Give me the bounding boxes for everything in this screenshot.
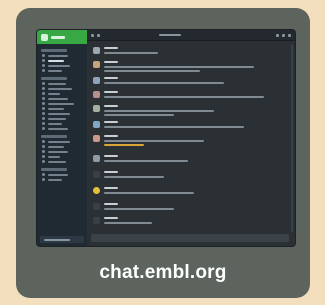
message-author (104, 135, 118, 137)
sidebar-item[interactable] (42, 122, 83, 125)
message (93, 46, 287, 60)
preview-card: chat.embl.org (16, 8, 310, 298)
message (93, 186, 287, 200)
message-author (104, 121, 118, 123)
message-text (104, 140, 204, 142)
channel-title (159, 34, 181, 36)
message (93, 134, 287, 148)
star-icon[interactable] (97, 33, 100, 37)
message-text (104, 70, 200, 72)
message (93, 76, 287, 90)
message-text (104, 82, 224, 84)
workspace-name (51, 35, 65, 39)
message-text (104, 176, 164, 178)
message-author (104, 77, 118, 79)
sidebar-item[interactable] (42, 127, 83, 130)
message-author (104, 171, 118, 173)
sidebar-section-header (41, 168, 67, 171)
message-text (104, 66, 254, 68)
avatar (93, 217, 100, 224)
sidebar-item[interactable] (42, 107, 83, 110)
avatar (93, 77, 100, 84)
scrollbar[interactable] (291, 44, 293, 232)
reaction[interactable] (104, 144, 144, 146)
sidebar-item[interactable] (42, 160, 83, 163)
message-author (104, 105, 118, 107)
sidebar-item[interactable] (42, 54, 83, 57)
members-icon[interactable] (282, 33, 285, 37)
message-author (104, 155, 118, 157)
avatar (93, 203, 100, 210)
workspace-header[interactable] (37, 30, 87, 44)
message (93, 60, 287, 74)
kebab-menu-icon[interactable] (288, 33, 291, 37)
sidebar-section-header (41, 135, 67, 138)
avatar (93, 91, 100, 98)
avatar (93, 121, 100, 128)
sidebar-item[interactable] (42, 178, 83, 181)
avatar (93, 171, 100, 178)
message-text (104, 52, 158, 54)
sidebar-item[interactable] (42, 150, 83, 153)
message-text (104, 222, 152, 224)
sidebar-footer-button[interactable] (40, 236, 84, 243)
avatar (93, 47, 100, 54)
sidebar-item[interactable] (42, 97, 83, 100)
sidebar (37, 30, 87, 246)
message-author (104, 91, 118, 93)
workspace-logo-icon (41, 33, 48, 41)
sidebar-item[interactable] (42, 64, 83, 67)
search-icon[interactable] (276, 33, 279, 37)
avatar (93, 155, 100, 162)
sidebar-item[interactable] (42, 69, 83, 72)
avatar (93, 105, 100, 112)
avatar (93, 61, 100, 68)
message-author (104, 61, 118, 63)
sidebar-item[interactable] (42, 102, 83, 105)
sidebar-item[interactable] (42, 92, 83, 95)
message-text (104, 192, 194, 194)
sidebar-item[interactable] (42, 82, 83, 85)
site-url: chat.embl.org (99, 262, 227, 283)
sidebar-item[interactable] (42, 112, 83, 115)
message-input[interactable] (91, 234, 289, 242)
message-text (104, 114, 174, 116)
message-text (104, 96, 264, 98)
menu-icon[interactable] (91, 33, 94, 37)
message (93, 120, 287, 134)
chat-app-screenshot (37, 30, 295, 246)
message-text (104, 126, 244, 128)
sidebar-item[interactable] (42, 117, 83, 120)
sidebar-item-active[interactable] (42, 59, 83, 62)
message-text (104, 160, 188, 162)
message (93, 154, 287, 168)
message (93, 216, 287, 230)
message (93, 202, 287, 216)
message (93, 90, 287, 104)
message-author (104, 217, 118, 219)
avatar (93, 187, 100, 194)
sidebar-item[interactable] (42, 140, 83, 143)
sidebar-section-header (41, 77, 67, 80)
message-author (104, 187, 118, 189)
sidebar-item[interactable] (42, 145, 83, 148)
avatar (93, 135, 100, 142)
sidebar-section-header (41, 49, 67, 52)
message-author (104, 203, 118, 205)
message-text (104, 208, 174, 210)
sidebar-item[interactable] (42, 87, 83, 90)
message (93, 170, 287, 184)
chat-main-panel (87, 30, 295, 246)
message (93, 104, 287, 118)
sidebar-item[interactable] (42, 155, 83, 158)
sidebar-item[interactable] (42, 173, 83, 176)
channel-header (87, 30, 295, 41)
message-text (104, 110, 214, 112)
message-author (104, 47, 118, 49)
